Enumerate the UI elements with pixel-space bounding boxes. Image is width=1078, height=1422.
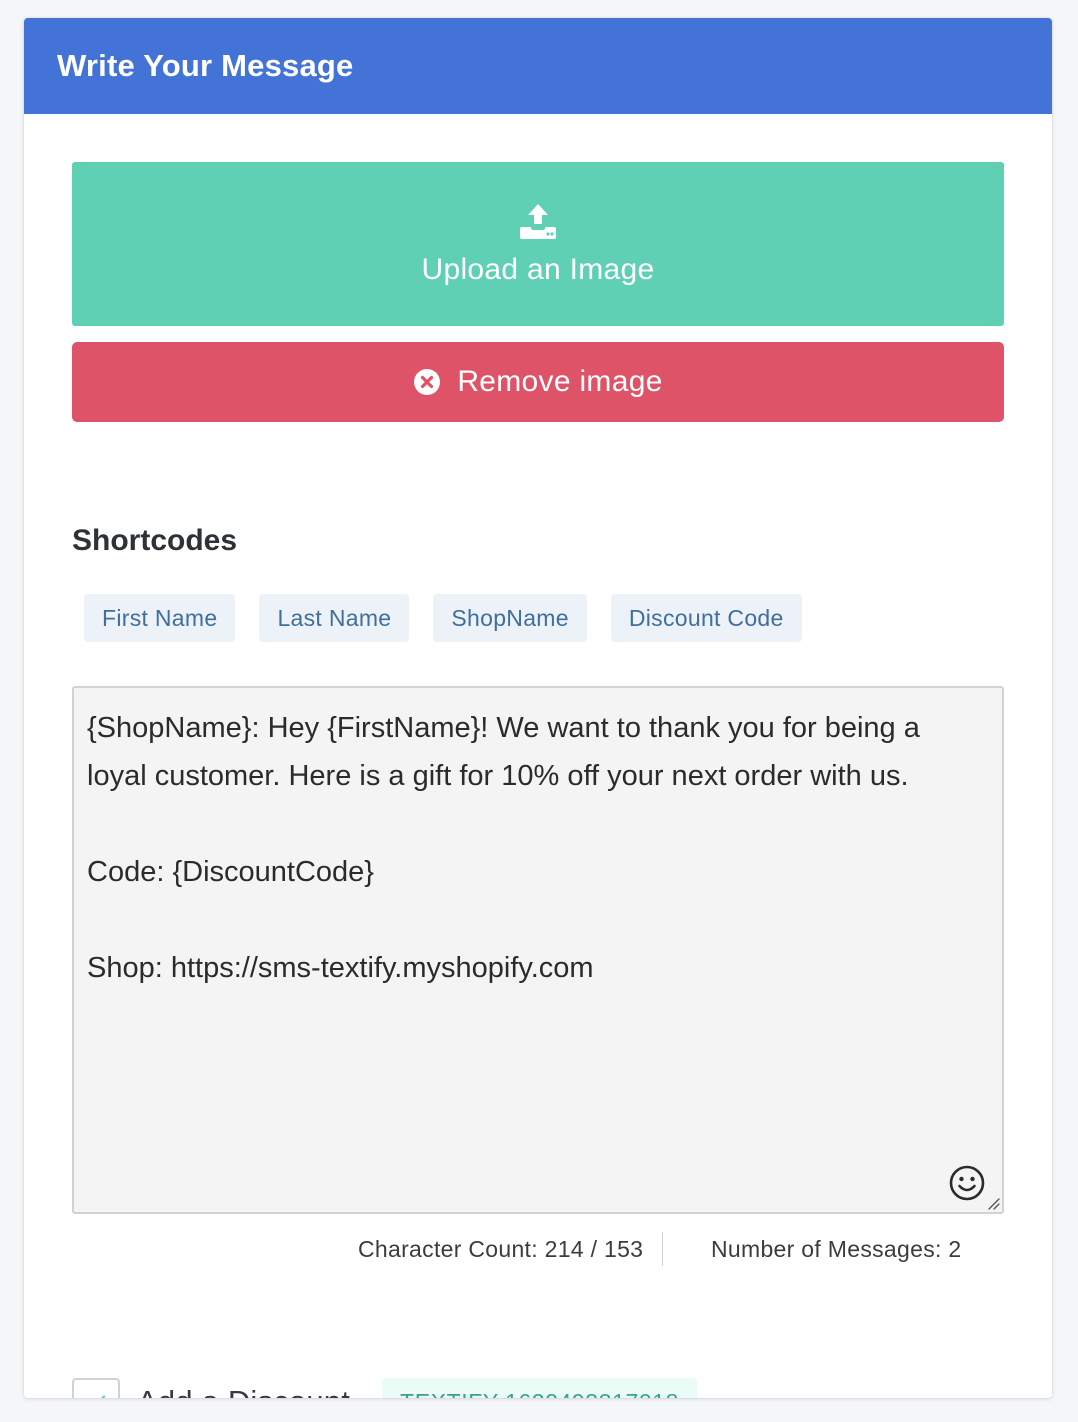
- emoji-icon[interactable]: [948, 1164, 986, 1202]
- message-count: Number of Messages: 2: [711, 1236, 962, 1262]
- card-header: Write Your Message: [24, 18, 1052, 114]
- shortcode-first-name[interactable]: First Name: [84, 594, 236, 642]
- shortcodes-title: Shortcodes: [72, 524, 238, 557]
- add-discount-checkbox[interactable]: [72, 1378, 120, 1398]
- remove-image-button[interactable]: Remove image: [72, 342, 1004, 422]
- upload-image-button[interactable]: Upload an Image: [72, 162, 1004, 326]
- message-text[interactable]: {ShopName}: Hey {FirstName}! We want to …: [87, 704, 967, 992]
- shortcode-last-name[interactable]: Last Name: [259, 594, 410, 642]
- shortcode-shop-name[interactable]: ShopName: [433, 594, 587, 642]
- resize-handle-icon[interactable]: [986, 1196, 1000, 1210]
- upload-image-label: Upload an Image: [421, 253, 655, 286]
- character-count: Character Count: 214 / 153: [358, 1236, 644, 1262]
- card-title: Write Your Message: [57, 48, 354, 83]
- shortcode-discount-code[interactable]: Discount Code: [610, 594, 802, 642]
- discount-row: Add a Discount TEXTIFY-1622493317018: [72, 1378, 698, 1398]
- shortcode-list: First Name Last Name ShopName Discount C…: [84, 594, 802, 642]
- add-discount-label[interactable]: Add a Discount: [137, 1384, 350, 1398]
- checkmark-icon: [101, 1395, 106, 1398]
- upload-icon: [520, 204, 556, 239]
- message-textarea[interactable]: {ShopName}: Hey {FirstName}! We want to …: [72, 686, 1004, 1214]
- close-circle-icon: [414, 369, 441, 395]
- message-card: Write Your Message Upload an Image Remov…: [24, 18, 1052, 1398]
- stats-divider: [662, 1232, 663, 1266]
- message-stats: Character Count: 214 / 153 Number of Mes…: [24, 1232, 1052, 1266]
- discount-code-badge: TEXTIFY-1622493317018: [382, 1378, 698, 1398]
- remove-image-label: Remove image: [457, 365, 663, 398]
